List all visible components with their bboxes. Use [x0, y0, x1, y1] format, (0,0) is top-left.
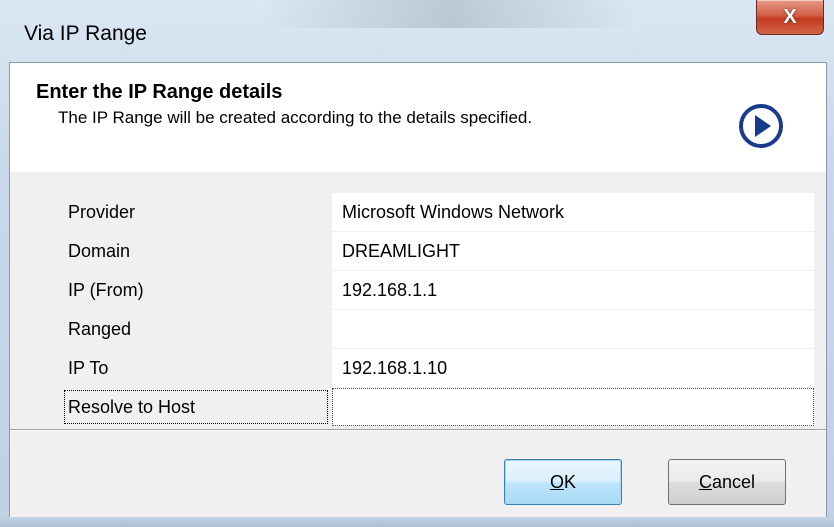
ip-to-field[interactable]: 192.168.1.10: [332, 349, 814, 387]
cancel-button[interactable]: Cancel: [668, 459, 786, 505]
domain-field[interactable]: DREAMLIGHT: [332, 232, 814, 270]
close-button[interactable]: X: [756, 0, 824, 35]
property-label[interactable]: Resolve to Host: [62, 388, 330, 426]
property-row-ip-from: IP (From) 192.168.1.1: [62, 271, 814, 310]
wizard-header: Enter the IP Range details The IP Range …: [10, 63, 826, 172]
close-icon: X: [783, 5, 797, 28]
window-title: Via IP Range: [24, 22, 147, 45]
property-row-domain: Domain DREAMLIGHT: [62, 232, 814, 271]
resolve-to-host-value-cell[interactable]: [332, 388, 814, 426]
property-label[interactable]: IP To: [62, 349, 330, 387]
property-label[interactable]: Provider: [62, 193, 330, 231]
header-title: Enter the IP Range details: [36, 81, 283, 103]
ok-button[interactable]: OK: [504, 459, 622, 505]
property-row-provider: Provider Microsoft Windows Network: [62, 193, 814, 232]
provider-field[interactable]: Microsoft Windows Network: [332, 193, 814, 231]
ranged-value-cell[interactable]: [332, 310, 814, 348]
property-label[interactable]: IP (From): [62, 271, 330, 309]
property-row-ip-to: IP To 192.168.1.10: [62, 349, 814, 388]
dialog-window: Via IP Range X Enter the IP Range detail…: [0, 0, 834, 527]
property-label[interactable]: Domain: [62, 232, 330, 270]
dialog-client-area: Enter the IP Range details The IP Range …: [9, 62, 827, 518]
header-subtitle: The IP Range will be created according t…: [58, 108, 533, 127]
ip-from-field[interactable]: 192.168.1.1: [332, 271, 814, 309]
property-row-resolve-to-host: Resolve to Host: [62, 388, 814, 427]
next-arrow-icon: [739, 104, 783, 148]
property-row-ranged: Ranged: [62, 310, 814, 349]
property-label[interactable]: Ranged: [62, 310, 330, 348]
